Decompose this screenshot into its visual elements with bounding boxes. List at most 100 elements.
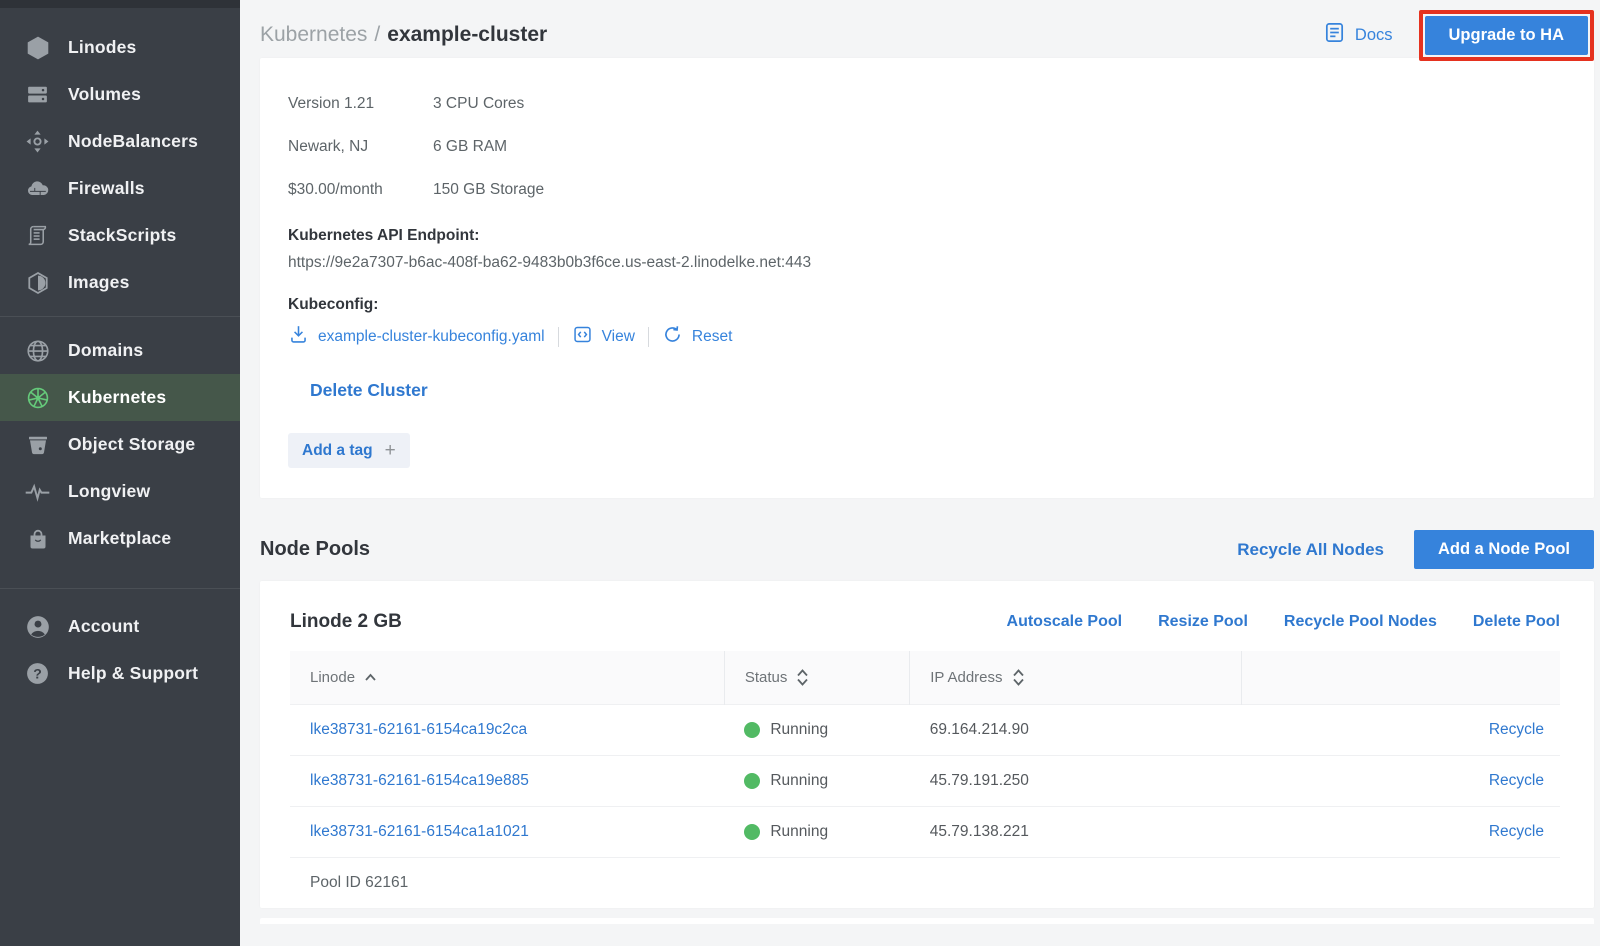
recycle-node-link[interactable]: Recycle	[1489, 823, 1544, 840]
sidebar-item-nodebalancers[interactable]: NodeBalancers	[0, 118, 240, 165]
pool-action-links: Autoscale Pool Resize Pool Recycle Pool …	[1007, 613, 1560, 631]
download-icon	[288, 324, 309, 350]
volumes-icon	[24, 81, 51, 108]
reset-refresh-icon	[662, 324, 683, 350]
kubeconfig-file-name: example-cluster-kubeconfig.yaml	[318, 328, 545, 346]
domains-globe-icon	[24, 337, 51, 364]
sidebar-item-help-support[interactable]: ? Help & Support	[0, 650, 240, 697]
node-pools-header: Node Pools Recycle All Nodes Add a Node …	[260, 530, 1594, 569]
sidebar-item-label: Help & Support	[68, 663, 198, 684]
delete-pool-link[interactable]: Delete Pool	[1473, 613, 1560, 631]
kubeconfig-reset-link[interactable]: Reset	[662, 324, 733, 350]
sidebar-divider	[0, 316, 240, 317]
sort-both-icon	[1012, 669, 1025, 686]
sidebar-item-longview[interactable]: Longview	[0, 468, 240, 515]
sidebar-item-volumes[interactable]: Volumes	[0, 71, 240, 118]
add-node-pool-button[interactable]: Add a Node Pool	[1414, 530, 1594, 569]
divider	[648, 327, 649, 347]
pulse-icon	[24, 478, 51, 505]
autoscale-pool-link[interactable]: Autoscale Pool	[1007, 613, 1123, 631]
sidebar-item-account[interactable]: Account	[0, 603, 240, 650]
column-header-actions	[1241, 651, 1560, 705]
header-actions: Docs Upgrade to HA	[1323, 10, 1594, 61]
table-row: lke38731-62161-6154ca19c2ca Running 69.1…	[290, 705, 1560, 756]
breadcrumb-page-title: example-cluster	[387, 23, 547, 46]
node-ip: 69.164.214.90	[910, 705, 1241, 756]
sidebar-item-images[interactable]: Images	[0, 259, 240, 306]
bucket-icon	[24, 431, 51, 458]
sidebar-item-kubernetes[interactable]: Kubernetes	[0, 374, 240, 421]
pool-card-header: Linode 2 GB Autoscale Pool Resize Pool R…	[290, 601, 1560, 651]
sidebar-item-label: StackScripts	[68, 225, 176, 246]
view-label: View	[602, 328, 635, 346]
pool-id-row: Pool ID 62161	[290, 858, 1560, 909]
sidebar-item-label: Volumes	[68, 84, 141, 105]
status-label: Running	[770, 823, 828, 841]
node-name-link[interactable]: lke38731-62161-6154ca1a1021	[310, 823, 529, 840]
kubeconfig-links: example-cluster-kubeconfig.yaml View Res…	[288, 324, 1566, 350]
sidebar-nav: Linodes Volumes NodeBalancers Firewalls	[0, 8, 240, 697]
column-label: Status	[745, 669, 788, 686]
column-label: IP Address	[930, 669, 1002, 686]
sidebar-item-firewalls[interactable]: Firewalls	[0, 165, 240, 212]
delete-cluster-link[interactable]: Delete Cluster	[310, 380, 428, 401]
breadcrumb-separator: /	[374, 23, 380, 46]
node-pool-card: Linode 2 GB Autoscale Pool Resize Pool R…	[260, 581, 1594, 908]
column-label: Linode	[310, 669, 355, 686]
node-name-link[interactable]: lke38731-62161-6154ca19e885	[310, 772, 529, 789]
running-status-dot	[744, 824, 760, 840]
docs-document-icon	[1323, 21, 1346, 49]
add-tag-label: Add a tag	[302, 442, 373, 460]
sort-both-icon	[796, 669, 809, 686]
page-header: Kubernetes / example-cluster Docs Upgrade …	[260, 0, 1594, 58]
breadcrumb: Kubernetes / example-cluster	[260, 23, 547, 47]
status-label: Running	[770, 721, 828, 739]
node-name-link[interactable]: lke38731-62161-6154ca19c2ca	[310, 721, 527, 738]
cluster-specs: Version 1.21 3 CPU Cores Newark, NJ 6 GB…	[288, 82, 1566, 211]
recycle-node-link[interactable]: Recycle	[1489, 721, 1544, 738]
sidebar-item-domains[interactable]: Domains	[0, 327, 240, 374]
cluster-summary-panel: Version 1.21 3 CPU Cores Newark, NJ 6 GB…	[260, 58, 1594, 498]
add-a-tag-button[interactable]: Add a tag +	[288, 433, 410, 468]
cluster-storage: 150 GB Storage	[433, 168, 1566, 211]
sidebar-item-object-storage[interactable]: Object Storage	[0, 421, 240, 468]
main-content: Kubernetes / example-cluster Docs Upgrade …	[240, 0, 1600, 946]
kubeconfig-download-link[interactable]: example-cluster-kubeconfig.yaml	[288, 324, 545, 350]
stackscripts-icon	[24, 222, 51, 249]
kubernetes-helm-icon	[24, 384, 51, 411]
recycle-node-link[interactable]: Recycle	[1489, 772, 1544, 789]
sidebar-item-label: Marketplace	[68, 528, 171, 549]
sidebar-item-label: Object Storage	[68, 434, 195, 455]
resize-pool-link[interactable]: Resize Pool	[1158, 613, 1248, 631]
node-ip: 45.79.191.250	[910, 756, 1241, 807]
upgrade-to-ha-button[interactable]: Upgrade to HA	[1425, 16, 1589, 55]
column-header-linode[interactable]: Linode	[290, 651, 724, 705]
account-person-icon	[24, 613, 51, 640]
column-header-status[interactable]: Status	[724, 651, 909, 705]
breadcrumb-section[interactable]: Kubernetes	[260, 23, 367, 46]
sidebar-item-stackscripts[interactable]: StackScripts	[0, 212, 240, 259]
view-code-icon	[572, 324, 593, 350]
api-endpoint-label: Kubernetes API Endpoint:	[288, 227, 1566, 245]
svg-text:?: ?	[33, 666, 42, 682]
nodes-table: Linode Status	[290, 651, 1560, 908]
sidebar-item-label: Account	[68, 616, 139, 637]
recycle-all-nodes-link[interactable]: Recycle All Nodes	[1237, 540, 1384, 560]
recycle-pool-nodes-link[interactable]: Recycle Pool Nodes	[1284, 613, 1437, 631]
kubeconfig-view-link[interactable]: View	[572, 324, 635, 350]
sidebar-top-strip	[0, 0, 240, 8]
images-icon	[24, 269, 51, 296]
sidebar: Linodes Volumes NodeBalancers Firewalls	[0, 0, 240, 946]
nodes-table-header-row: Linode Status	[290, 651, 1560, 705]
table-row: lke38731-62161-6154ca19e885 Running 45.7…	[290, 756, 1560, 807]
column-header-ip-address[interactable]: IP Address	[910, 651, 1241, 705]
api-endpoint-url: https://9e2a7307-b6ac-408f-ba62-9483b0b3…	[288, 254, 1566, 272]
sidebar-item-marketplace[interactable]: Marketplace	[0, 515, 240, 562]
app-window: Linodes Volumes NodeBalancers Firewalls	[0, 0, 1600, 946]
shopping-bag-icon	[24, 525, 51, 552]
sidebar-item-linodes[interactable]: Linodes	[0, 24, 240, 71]
cluster-ram: 6 GB RAM	[433, 125, 1566, 168]
sidebar-item-label: NodeBalancers	[68, 131, 198, 152]
docs-link[interactable]: Docs	[1323, 21, 1393, 49]
annotation-highlight-box: Upgrade to HA	[1419, 10, 1595, 61]
